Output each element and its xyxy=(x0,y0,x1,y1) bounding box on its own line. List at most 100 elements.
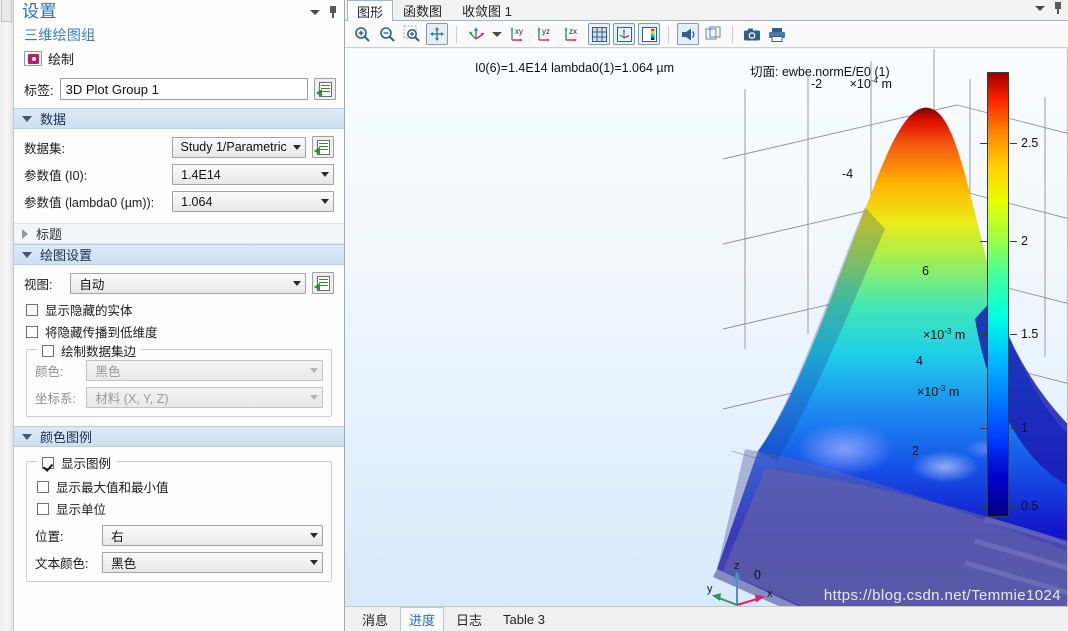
plot-dataset-edges-checkbox[interactable] xyxy=(42,344,54,357)
param-i0-select[interactable]: 1.4E14 xyxy=(172,164,334,185)
param-i0-row: 参数值 (I0): 1.4E14 xyxy=(24,164,334,185)
camera-icon[interactable] xyxy=(741,23,763,45)
chevron-down-icon xyxy=(310,560,318,565)
colorbar-icon[interactable] xyxy=(638,23,660,45)
tab-graphics-label: 图形 xyxy=(357,4,384,20)
plot-action-row[interactable]: 绘制 xyxy=(14,47,344,72)
edge-color-value: 黑色 xyxy=(95,365,121,379)
plot-icon[interactable] xyxy=(24,51,42,66)
view-xy-icon[interactable]: xy xyxy=(507,23,531,45)
axis-orientation-icon[interactable] xyxy=(465,23,487,45)
bottom-tabstrip: 消息 进度 日志 Table 3 xyxy=(345,606,1068,631)
chevron-down-icon[interactable] xyxy=(22,115,32,122)
show-max-min-checkbox[interactable] xyxy=(37,480,49,493)
section-header-plot-settings[interactable]: 绘图设置 xyxy=(14,244,344,265)
tab-function-plot[interactable]: 函数图 xyxy=(393,0,452,20)
bottom-tab-progress-label: 进度 xyxy=(409,612,436,628)
dataset-select[interactable]: Study 1/Parametric xyxy=(171,136,306,158)
axis-tick-y-4: 4 xyxy=(916,354,923,368)
axis-tick-y-6: 6 xyxy=(922,264,929,278)
label-input[interactable] xyxy=(59,78,308,100)
legend-text-color-select[interactable]: 黑色 xyxy=(102,552,323,573)
bottom-tab-progress[interactable]: 进度 xyxy=(400,606,445,631)
chevron-down-icon[interactable] xyxy=(1035,5,1045,11)
view-row: 视图: 自动 xyxy=(24,272,334,294)
chevron-down-icon[interactable] xyxy=(310,9,320,15)
toolbar-separator xyxy=(732,25,733,43)
section-title-color-legend: 颜色图例 xyxy=(40,430,93,445)
graphics-canvas[interactable]: I0(6)=1.4E14 lambda0(1)=1.064 µm 切面: ewb… xyxy=(345,49,1068,606)
bottom-tab-table3[interactable]: Table 3 xyxy=(494,609,554,630)
axis-triad: z y x xyxy=(707,559,775,606)
plot-button-label[interactable]: 绘制 xyxy=(48,49,74,68)
propagate-hiding-label: 将隐藏传播到低维度 xyxy=(45,326,158,340)
chevron-down-icon[interactable] xyxy=(490,23,504,45)
show-max-min-row[interactable]: 显示最大值和最小值 xyxy=(37,477,323,496)
zoom-extents-icon[interactable] xyxy=(426,23,448,45)
view-zx-icon[interactable]: zx xyxy=(561,23,585,45)
edge-color-select[interactable]: 黑色 xyxy=(86,360,323,381)
colorbar-unit-prefix: ×10 xyxy=(923,328,945,343)
view-yz-icon[interactable]: yz xyxy=(534,23,558,45)
show-hidden-entities-row[interactable]: 显示隐藏的实体 xyxy=(26,300,334,319)
dataset-goto-button[interactable] xyxy=(312,136,334,158)
colorbar-gradient xyxy=(987,72,1009,517)
panel-edge-tab[interactable] xyxy=(1,0,12,22)
legend-position-select[interactable]: 右 xyxy=(102,525,323,546)
chevron-down-icon[interactable] xyxy=(22,251,32,258)
svg-text:xy: xy xyxy=(515,27,523,36)
colorbar-tick-2-5: 2.5 xyxy=(1021,136,1039,150)
view-label: 视图: xyxy=(24,277,53,292)
y-axis-unit-label: ×10-3 m xyxy=(917,384,959,399)
chevron-down-icon[interactable] xyxy=(22,433,32,440)
tab-graphics[interactable]: 图形 xyxy=(347,0,394,21)
axis-icon[interactable] xyxy=(613,23,635,45)
pin-icon[interactable] xyxy=(1053,2,1063,14)
lighting-icon[interactable] xyxy=(677,23,699,45)
tab-convergence-plot[interactable]: 收敛图 1 xyxy=(452,0,522,20)
settings-subtitle: 三维绘图组 xyxy=(24,27,96,43)
axis-tick-x--4: -4 xyxy=(842,167,854,181)
chevron-down-icon xyxy=(321,172,329,177)
section-header-title[interactable]: 标题 xyxy=(14,223,344,244)
legend-position-value: 右 xyxy=(111,530,124,544)
show-legend-checkbox[interactable] xyxy=(42,456,54,469)
settings-header: 设置 xyxy=(14,0,344,24)
show-units-row[interactable]: 显示单位 xyxy=(37,499,323,518)
y-axis-unit-exp: -3 xyxy=(938,384,946,393)
param-lambda-select[interactable]: 1.064 xyxy=(172,191,334,212)
svg-text:z: z xyxy=(734,560,740,572)
propagate-hiding-row[interactable]: 将隐藏传播到低维度 xyxy=(26,322,334,341)
zoom-out-icon[interactable] xyxy=(376,23,398,45)
view-goto-button[interactable] xyxy=(312,272,334,294)
pin-icon[interactable] xyxy=(328,6,338,18)
print-icon[interactable] xyxy=(766,23,788,45)
section-header-color-legend[interactable]: 颜色图例 xyxy=(14,426,344,447)
show-units-checkbox[interactable] xyxy=(37,502,49,515)
chevron-right-icon[interactable] xyxy=(22,228,28,239)
show-hidden-entities-checkbox[interactable] xyxy=(26,303,38,316)
zoom-box-icon[interactable] xyxy=(401,23,423,45)
plot-dataset-edges-row[interactable]: 绘制数据集边 xyxy=(37,341,142,360)
toolbar-separator xyxy=(456,25,457,43)
svg-text:y: y xyxy=(707,583,713,595)
dataset-value: Study 1/Parametric xyxy=(180,140,287,154)
bottom-tab-messages[interactable]: 消息 xyxy=(353,607,397,631)
edge-frame-select[interactable]: 材料 (X, Y, Z) xyxy=(86,387,323,408)
grid-icon[interactable] xyxy=(588,23,610,45)
bottom-tab-log[interactable]: 日志 xyxy=(447,607,491,631)
view-select[interactable]: 自动 xyxy=(70,272,306,294)
dataset-label: 数据集: xyxy=(24,141,65,156)
param-lambda-row: 参数值 (lambda0 (µm)): 1.064 xyxy=(24,191,334,212)
label-doc-button[interactable] xyxy=(314,78,336,100)
zoom-in-icon[interactable] xyxy=(351,23,373,45)
param-lambda-value: 1.064 xyxy=(181,194,213,209)
edge-color-label: 颜色: xyxy=(35,365,64,379)
bottom-tab-log-label: 日志 xyxy=(456,612,483,628)
section-body-plot-settings: 视图: 自动 显示隐藏的实体 将隐藏传播到低维度 绘制数据集边 颜色: 黑色 坐… xyxy=(14,265,344,426)
plot-dataset-edges-label: 绘制数据集边 xyxy=(61,345,137,359)
propagate-hiding-checkbox[interactable] xyxy=(26,325,38,338)
transparency-icon[interactable] xyxy=(702,23,724,45)
show-legend-row[interactable]: 显示图例 xyxy=(37,453,117,472)
section-header-data[interactable]: 数据 xyxy=(14,108,344,129)
